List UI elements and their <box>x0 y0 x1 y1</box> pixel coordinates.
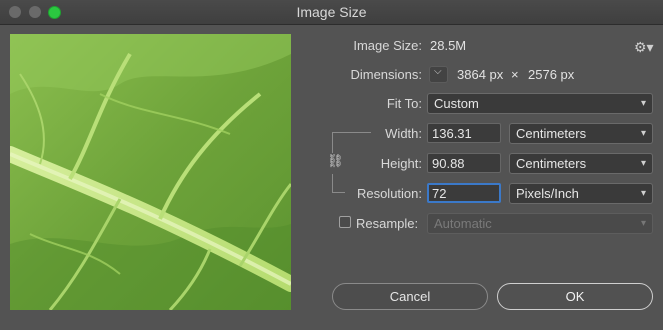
width-unit-value: Centimeters <box>516 126 587 141</box>
resolution-unit-select[interactable]: Pixels/Inch ▾ <box>509 183 653 204</box>
image-size-dialog: Image Size Image Size: 28.5M ⚙▾ Dimensio… <box>0 0 663 330</box>
resolution-label: Resolution: <box>356 186 422 201</box>
resample-checkbox[interactable] <box>339 216 351 228</box>
height-label: Height: <box>380 156 422 171</box>
resolution-unit-value: Pixels/Inch <box>516 186 579 201</box>
gear-icon[interactable]: ⚙▾ <box>634 39 654 56</box>
width-label: Width: <box>385 126 422 141</box>
width-input[interactable]: 136.31 <box>427 123 501 143</box>
fit-to-label: Fit To: <box>386 96 422 111</box>
image-size-value: 28.5M <box>430 38 467 53</box>
chevron-down-icon: ▾ <box>640 98 646 109</box>
window-title: Image Size <box>296 4 367 20</box>
height-unit-select[interactable]: Centimeters ▾ <box>509 153 653 174</box>
cancel-button[interactable]: Cancel <box>332 283 488 310</box>
image-size-label: Image Size: <box>353 38 422 53</box>
chevron-down-icon: ▾ <box>640 188 646 199</box>
chevron-down-icon: ▾ <box>640 128 646 139</box>
chevron-down-icon: ▾ <box>640 218 646 229</box>
chevron-down-icon: ▾ <box>640 158 646 169</box>
dimensions-label: Dimensions: <box>350 67 422 82</box>
resample-method-select[interactable]: Automatic ▾ <box>427 213 653 234</box>
chevron-down-icon: ⌵ <box>434 66 442 77</box>
resolution-input[interactable]: 72 <box>427 183 501 203</box>
height-input[interactable]: 90.88 <box>427 153 501 173</box>
resample-method-value: Automatic <box>434 216 492 231</box>
fit-to-select[interactable]: Custom ▾ <box>427 93 653 114</box>
height-unit-value: Centimeters <box>516 156 587 171</box>
resample-label: Resample: <box>356 216 419 231</box>
dimensions-height-value: 2576 px <box>528 67 575 82</box>
dimensions-times: × <box>511 67 519 82</box>
width-unit-select[interactable]: Centimeters ▾ <box>509 123 653 144</box>
image-preview[interactable] <box>10 34 291 310</box>
dimensions-width-value: 3864 px <box>457 67 504 82</box>
ok-button[interactable]: OK <box>497 283 653 310</box>
fit-to-value: Custom <box>434 96 479 111</box>
title-bar: Image Size <box>0 0 663 25</box>
leaf-image <box>10 34 291 310</box>
dimensions-unit-button[interactable]: ⌵ <box>429 66 448 83</box>
